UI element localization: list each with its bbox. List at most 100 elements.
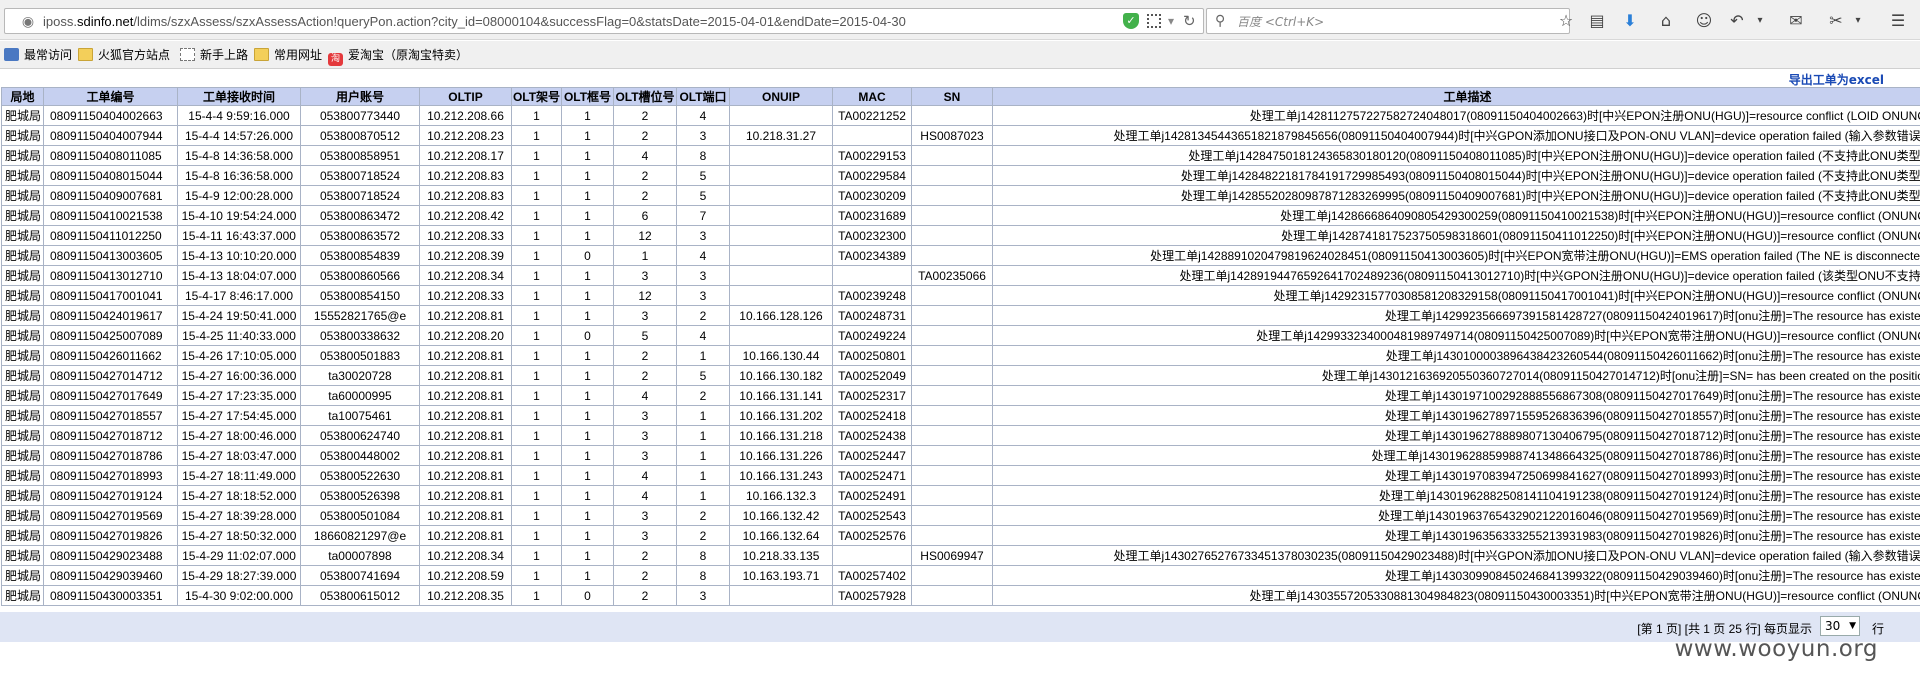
table-cell: 2 xyxy=(613,565,677,586)
table-cell: 053800526398 xyxy=(300,485,420,506)
table-cell: 7 xyxy=(676,205,730,226)
table-cell: 1 xyxy=(561,205,614,226)
table-cell: 15-4-9 12:00:28.000 xyxy=(177,185,301,206)
table-cell: 10.212.208.39 xyxy=(419,245,512,266)
column-header: OLTIP xyxy=(419,87,512,106)
table-cell: 2 xyxy=(613,345,677,366)
table-cell: 3 xyxy=(676,265,730,286)
search-bar[interactable]: ⚲ 百度 <Ctrl+K> xyxy=(1206,8,1570,34)
table-cell: 4 xyxy=(613,385,677,406)
reading-list-icon[interactable]: ▤ xyxy=(1585,9,1609,33)
reload-icon[interactable]: ↻ xyxy=(1183,12,1196,30)
table-cell: 1 xyxy=(676,345,730,366)
home-icon[interactable]: ⌂ xyxy=(1654,9,1678,33)
table-cell: 处理工单j1429923566697391581428727(080911504… xyxy=(992,305,1920,326)
table-cell: 4 xyxy=(676,105,730,126)
table-cell: 053800501883 xyxy=(300,345,420,366)
table-cell xyxy=(911,145,993,166)
message-icon[interactable]: ✉ xyxy=(1784,9,1808,33)
table-cell: 10.212.208.81 xyxy=(419,365,512,386)
table-cell: 1 xyxy=(511,205,562,226)
shield-icon[interactable]: ✓ xyxy=(1123,13,1139,29)
table-cell: 15-4-27 18:11:49.000 xyxy=(177,465,301,486)
taobao-icon: 淘 xyxy=(328,53,343,66)
table-cell: 处理工单j1428666864090805429300259(080911504… xyxy=(992,205,1920,226)
table-cell: 2 xyxy=(676,525,730,546)
menu-icon[interactable]: ☰ xyxy=(1886,9,1910,33)
table-cell: 处理工单j1430309908450246841399322(080911504… xyxy=(992,565,1920,586)
table-cell: 10.166.132.3 xyxy=(729,485,833,506)
table-cell: 15-4-8 16:36:58.000 xyxy=(177,165,301,186)
bookmark-star-icon[interactable]: ☆ xyxy=(1554,9,1578,33)
table-cell: 3 xyxy=(613,525,677,546)
bookmark-firefox-site[interactable]: 火狐官方站点 xyxy=(78,46,170,64)
table-cell: TA00230209 xyxy=(832,185,912,206)
crop-icon[interactable]: ✂ xyxy=(1824,9,1848,33)
table-cell: 3 xyxy=(613,505,677,526)
table-cell: 肥城局 xyxy=(1,385,44,406)
chevron-down-icon[interactable]: ▾ xyxy=(1168,12,1174,30)
url-text[interactable]: iposs.sdinfo.net/ldims/szxAssess/szxAsse… xyxy=(43,13,906,31)
table-cell: 1 xyxy=(511,345,562,366)
table-cell: 1 xyxy=(676,405,730,426)
address-bar[interactable]: ◉ iposs.sdinfo.net/ldims/szxAssess/szxAs… xyxy=(4,8,1204,34)
undo-icon[interactable]: ↶ xyxy=(1725,9,1749,33)
bookmark-most-visited[interactable]: 最常访问 xyxy=(4,46,72,64)
table-cell: 6 xyxy=(613,205,677,226)
table-cell: 肥城局 xyxy=(1,305,44,326)
table-cell: 053800863472 xyxy=(300,205,420,226)
table-cell xyxy=(911,205,993,226)
table-cell xyxy=(911,345,993,366)
dropdown-arrow-icon[interactable]: ▾ xyxy=(1748,9,1772,33)
table-cell xyxy=(729,585,833,606)
table-cell: 08091150427017649 xyxy=(43,385,178,406)
table-cell: 08091150404002663 xyxy=(43,105,178,126)
table-cell: 10.212.208.42 xyxy=(419,205,512,226)
table-cell xyxy=(911,245,993,266)
bookmarks-toolbar: 最常访问 火狐官方站点 新手上路 常用网址 淘爱淘宝（原淘宝特卖） xyxy=(0,41,1920,69)
download-icon[interactable]: ⬇ xyxy=(1618,9,1642,33)
table-cell: 15-4-27 16:00:36.000 xyxy=(177,365,301,386)
table-cell: 肥城局 xyxy=(1,225,44,246)
bookmark-aitaobao[interactable]: 淘爱淘宝（原淘宝特卖） xyxy=(328,46,468,66)
table-cell: 12 xyxy=(613,285,677,306)
table-cell: 10.166.128.126 xyxy=(729,305,833,326)
table-cell: TA00252576 xyxy=(832,525,912,546)
table-cell xyxy=(911,225,993,246)
table-cell: 处理工单j1430197083947250699841627(080911504… xyxy=(992,465,1920,486)
table-cell: 053800624740 xyxy=(300,425,420,446)
table-cell: 15-4-11 16:43:37.000 xyxy=(177,225,301,246)
column-header: SN xyxy=(911,87,993,106)
table-cell: 1 xyxy=(561,485,614,506)
table-cell: 053800860566 xyxy=(300,265,420,286)
table-cell: 1 xyxy=(561,165,614,186)
bookmark-getting-started[interactable]: 新手上路 xyxy=(180,46,248,64)
table-cell: 10.212.208.59 xyxy=(419,565,512,586)
page-icon xyxy=(180,48,195,61)
table-row: 肥城局 08091150404002663 15-4-4 9:59:16.000 05… xyxy=(1,105,1920,126)
export-excel-link[interactable]: 导出工单为excel xyxy=(1789,71,1884,88)
table-cell: 1 xyxy=(511,585,562,606)
table-row: 肥城局 08091150427019124 15-4-27 18:18:52.000… xyxy=(1,485,1920,506)
per-page-select[interactable]: 30 ▼ xyxy=(1820,616,1860,636)
table-cell: 1 xyxy=(511,505,562,526)
table-cell: 4 xyxy=(613,465,677,486)
table-cell: 1 xyxy=(561,565,614,586)
bookmark-common-sites[interactable]: 常用网址 xyxy=(254,46,322,64)
table-cell: 1 xyxy=(511,125,562,146)
dropdown-arrow-icon[interactable]: ▾ xyxy=(1846,9,1870,33)
table-cell: 1 xyxy=(561,185,614,206)
table-cell xyxy=(729,245,833,266)
table-cell: 10.166.131.141 xyxy=(729,385,833,406)
chat-icon[interactable]: ☺ xyxy=(1692,9,1716,33)
table-cell xyxy=(832,125,912,146)
table-cell: 肥城局 xyxy=(1,525,44,546)
table-cell: 10.212.208.83 xyxy=(419,185,512,206)
table-cell: 15-4-27 18:03:47.000 xyxy=(177,445,301,466)
table-cell: 15-4-27 17:54:45.000 xyxy=(177,405,301,426)
work-order-table: 局地 工单编号 工单接收时间 用户账号 OLTIP OLT架号 OLT框号 OLT槽位号 OLT… xyxy=(1,87,1920,606)
table-cell: TA00229584 xyxy=(832,165,912,186)
table-cell: 1 xyxy=(511,145,562,166)
qr-code-icon[interactable] xyxy=(1147,14,1161,28)
table-cell: 肥城局 xyxy=(1,585,44,606)
